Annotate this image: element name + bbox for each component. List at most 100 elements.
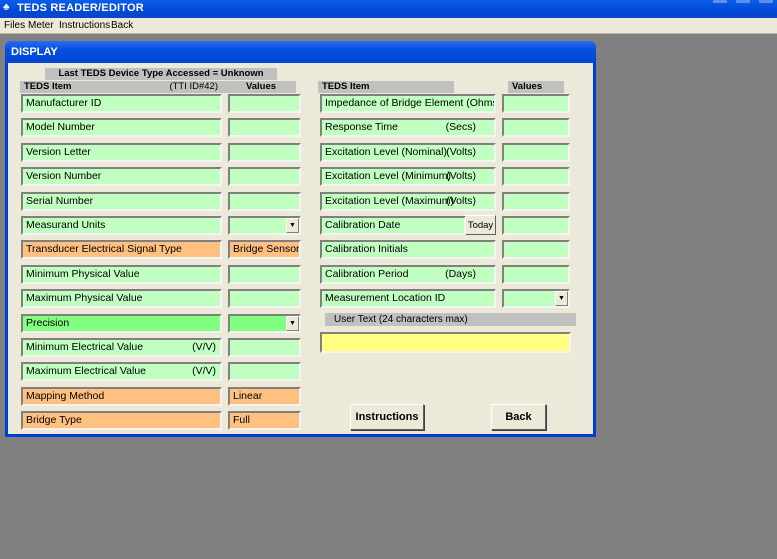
display-window: DISPLAY Last TEDS Device Type Accessed =…: [5, 41, 596, 437]
value-measurand-units-dropdown[interactable]: ▼: [228, 216, 301, 235]
back-button[interactable]: Back: [491, 404, 546, 430]
value-measurement-location-id-dropdown[interactable]: ▼: [502, 289, 570, 309]
unit-label: (Volts): [446, 145, 476, 158]
value-text: Bridge Sensor: [233, 243, 300, 256]
item-label: Measurand Units: [26, 219, 106, 231]
item-label: Version Number: [26, 170, 102, 183]
item-label: Excitation Level (Maximum): [325, 194, 454, 207]
value-version-letter-input[interactable]: [228, 142, 301, 162]
value-version-number-input[interactable]: [228, 167, 301, 187]
menubar: Files Meter Instructions Back: [0, 18, 777, 34]
user-text-input[interactable]: [320, 332, 571, 353]
item-label: Transducer Electrical Signal Type: [26, 243, 182, 256]
label-version-number: Version Number: [21, 167, 222, 187]
label-version-letter: Version Letter: [21, 142, 222, 162]
item-label: Minimum Electrical Value: [26, 341, 144, 353]
label-maximum-physical-value: Maximum Physical Value: [21, 289, 222, 309]
menu-meter[interactable]: Meter: [28, 20, 54, 32]
label-excitation-level-maximum: Excitation Level (Maximum) (Volts): [320, 191, 496, 211]
label-minimum-electrical-value: Minimum Electrical Value (V/V): [21, 338, 222, 357]
label-excitation-level-nominal: Excitation Level (Nominal) (Volts): [320, 142, 496, 162]
value-calibration-date-input[interactable]: [502, 216, 570, 235]
value-calibration-initials-input[interactable]: [502, 240, 570, 260]
user-text-header: User Text (24 characters max): [325, 313, 576, 326]
item-label: Serial Number: [26, 194, 94, 207]
item-label: Model Number: [26, 121, 95, 134]
last-device-header: Last TEDS Device Type Accessed = Unknown: [45, 68, 277, 80]
label-mapping-method: Mapping Method: [21, 386, 222, 406]
app-logo-icon: ♣: [3, 2, 10, 13]
unit-label: (Volts): [446, 170, 476, 183]
label-calibration-date: Calibration Date: [320, 216, 466, 235]
item-label: Measurement Location ID: [325, 292, 446, 305]
item-label: Precision: [26, 316, 70, 329]
teds-item-header-label: TEDS Item: [24, 81, 72, 92]
value-response-time-input[interactable]: [502, 118, 570, 138]
label-impedance-of-bridge-element-ohms: Impedance of Bridge Element (Ohms): [320, 94, 496, 113]
values-header-right: Values: [508, 81, 564, 93]
value-calibration-period-input[interactable]: [502, 264, 570, 284]
label-manufacturer-id: Manufacturer ID: [21, 94, 222, 113]
value-serial-number-input[interactable]: [228, 191, 301, 211]
value-bridge-type-input[interactable]: Full: [228, 411, 301, 431]
value-excitation-level-minimum-input[interactable]: [502, 167, 570, 187]
item-label: Impedance of Bridge Element (Ohms): [325, 97, 496, 109]
label-calibration-period: Calibration Period (Days): [320, 264, 496, 284]
value-transducer-electrical-signal-type-input[interactable]: Bridge Sensor: [228, 240, 301, 260]
chevron-down-icon[interactable]: ▼: [555, 291, 568, 307]
menu-instructions[interactable]: Instructions: [59, 20, 110, 32]
unit-label: (Volts): [446, 194, 476, 207]
maximize-button[interactable]: [736, 0, 750, 3]
teds-item-header-left: TEDS Item (TTI ID#42): [20, 81, 226, 93]
item-label: Manufacturer ID: [26, 97, 102, 109]
value-precision-dropdown[interactable]: ▼: [228, 313, 301, 333]
value-maximum-physical-value-input[interactable]: [228, 289, 301, 309]
item-label: Calibration Date: [325, 219, 401, 231]
unit-label: (V/V): [192, 341, 216, 353]
minimize-button[interactable]: [713, 0, 727, 3]
values-header-left: Values: [226, 81, 296, 93]
menu-back[interactable]: Back: [111, 20, 133, 32]
value-impedance-of-bridge-element-ohms-input[interactable]: [502, 94, 570, 113]
app-title: TEDS READER/EDITOR: [17, 2, 144, 14]
item-label: Excitation Level (Minimum): [325, 170, 452, 183]
value-text: Full: [233, 414, 250, 427]
chevron-down-icon[interactable]: ▼: [286, 315, 299, 331]
value-minimum-electrical-value-input[interactable]: [228, 338, 301, 357]
label-calibration-initials: Calibration Initials: [320, 240, 496, 260]
value-model-number-input[interactable]: [228, 118, 301, 138]
item-label: Maximum Electrical Value: [26, 365, 147, 378]
value-text: Linear: [233, 389, 263, 402]
label-maximum-electrical-value: Maximum Electrical Value (V/V): [21, 362, 222, 382]
item-label: Excitation Level (Nominal): [325, 145, 447, 158]
value-excitation-level-nominal-input[interactable]: [502, 142, 570, 162]
item-label: Calibration Initials: [325, 243, 408, 256]
tti-id-label: (TTI ID#42): [169, 81, 218, 92]
app-titlebar: ♣ TEDS READER/EDITOR: [0, 0, 777, 18]
value-maximum-electrical-value-input[interactable]: [228, 362, 301, 382]
close-button[interactable]: [759, 0, 773, 3]
teds-item-header-right: TEDS Item: [318, 81, 454, 93]
today-button[interactable]: Today: [465, 215, 496, 235]
value-excitation-level-maximum-input[interactable]: [502, 191, 570, 211]
unit-label: (Secs): [445, 121, 476, 134]
item-label: Minimum Physical Value: [26, 267, 140, 280]
item-label: Maximum Physical Value: [26, 292, 143, 305]
label-measurement-location-id: Measurement Location ID: [320, 289, 496, 309]
label-measurand-units: Measurand Units: [21, 216, 222, 235]
label-transducer-electrical-signal-type: Transducer Electrical Signal Type: [21, 240, 222, 260]
menu-files[interactable]: Files: [4, 20, 25, 32]
value-mapping-method-input[interactable]: Linear: [228, 386, 301, 406]
instructions-button[interactable]: Instructions: [350, 404, 424, 430]
chevron-down-icon[interactable]: ▼: [286, 218, 299, 233]
unit-label: (Days): [445, 267, 476, 280]
display-window-body: Last TEDS Device Type Accessed = Unknown…: [8, 63, 593, 434]
label-model-number: Model Number: [21, 118, 222, 138]
item-label: Version Letter: [26, 145, 91, 158]
value-minimum-physical-value-input[interactable]: [228, 264, 301, 284]
item-label: Bridge Type: [26, 414, 82, 427]
label-excitation-level-minimum: Excitation Level (Minimum) (Volts): [320, 167, 496, 187]
value-manufacturer-id-input[interactable]: [228, 94, 301, 113]
label-bridge-type: Bridge Type: [21, 411, 222, 431]
unit-label: (V/V): [192, 365, 216, 378]
